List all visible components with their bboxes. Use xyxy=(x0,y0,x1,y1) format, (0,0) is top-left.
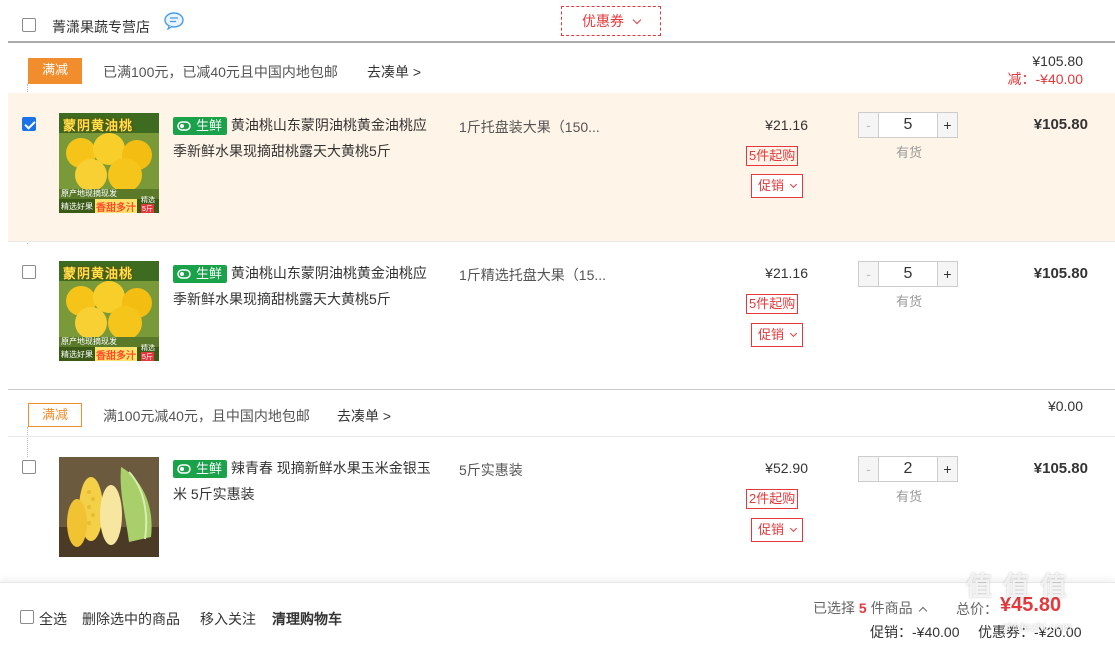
select-all-checkbox[interactable] xyxy=(20,610,34,624)
fresh-badge: 生鲜 xyxy=(173,265,228,284)
decrease-button[interactable]: - xyxy=(859,262,879,286)
unit-price: ¥52.90 xyxy=(765,460,808,476)
min-purchase-badge: 5件起购 xyxy=(746,294,799,314)
fresh-icon xyxy=(174,461,194,478)
row-divider xyxy=(8,241,1115,242)
thumb-caption: 精选好果 xyxy=(61,350,93,359)
item-subtotal: ¥105.80 xyxy=(1033,265,1088,282)
thumb-caption: 5斤 xyxy=(141,352,154,361)
thumb-caption: 香甜多汁 xyxy=(95,199,137,213)
delete-selected-link[interactable]: 删除选中的商品 xyxy=(82,609,180,629)
product-spec: 5斤实惠装 xyxy=(459,462,523,478)
add-more-link[interactable]: 去凑单 > xyxy=(337,406,391,426)
item-checkbox[interactable] xyxy=(22,265,36,279)
min-purchase-badge: 2件起购 xyxy=(746,489,799,509)
add-more-link[interactable]: 去凑单 > xyxy=(367,62,421,82)
item-checkbox[interactable] xyxy=(22,460,36,474)
group-total: ¥0.00 xyxy=(1047,398,1083,414)
promotion-dropdown[interactable]: 促销 xyxy=(751,174,803,198)
group-discount: 减：-¥40.00 xyxy=(1007,71,1083,87)
unit-price: ¥21.16 xyxy=(765,265,808,281)
watermark-url: zhidezhi.com xyxy=(1002,620,1073,634)
coupon-button[interactable]: 优惠券 xyxy=(561,6,661,36)
item-subtotal: ¥105.80 xyxy=(1033,116,1088,133)
increase-button[interactable]: + xyxy=(937,113,957,137)
chevron-down-icon xyxy=(789,524,797,533)
shop-name[interactable]: 菁潇果蔬专营店 xyxy=(52,17,150,37)
thumb-title: 蒙阴黄油桃 xyxy=(63,118,134,133)
promo-tag-full-reduction: 满减 xyxy=(28,403,82,427)
group-total: ¥105.80 xyxy=(1032,53,1083,69)
thumb-caption: 香甜多汁 xyxy=(95,347,137,361)
product-spec: 1斤托盘装大果（150... xyxy=(459,119,600,135)
promotion-dropdown[interactable]: 促销 xyxy=(751,323,803,347)
product-title[interactable]: 生鲜 黄油桃山东蒙阴油桃黄金油桃应季新鲜水果现摘甜桃露天大黄桃5斤 xyxy=(173,260,438,312)
unit-price: ¥21.16 xyxy=(765,117,808,133)
quantity-input[interactable]: 5 xyxy=(879,262,937,286)
fresh-badge: 生鲜 xyxy=(173,117,228,136)
stock-status: 有货 xyxy=(896,294,923,309)
stock-status: 有货 xyxy=(896,145,923,160)
promo-tag-full-reduction: 满减 xyxy=(28,58,82,84)
increase-button[interactable]: + xyxy=(937,457,957,481)
promotion-label: 促销 xyxy=(758,522,785,537)
product-title[interactable]: 生鲜 辣青春 现摘新鲜水果玉米金银玉米 5斤实惠装 xyxy=(173,455,438,507)
selected-prefix: 已选择 xyxy=(813,600,855,616)
thumb-title: 蒙阴黄油桃 xyxy=(63,266,134,281)
promotion-label: 促销 xyxy=(758,178,785,193)
fresh-badge: 生鲜 xyxy=(173,460,228,479)
thumb-caption: 原产地现摘现发 xyxy=(61,337,117,346)
chevron-up-icon xyxy=(919,606,928,616)
quantity-stepper[interactable]: - 5 + xyxy=(858,112,958,138)
decrease-button[interactable]: - xyxy=(859,113,879,137)
clear-cart-link[interactable]: 清理购物车 xyxy=(272,609,342,629)
selected-summary[interactable]: 已选择 5 件商品 xyxy=(813,598,928,618)
fresh-icon xyxy=(174,266,194,283)
increase-button[interactable]: + xyxy=(937,262,957,286)
group-connector xyxy=(27,427,28,457)
shop-select-checkbox[interactable] xyxy=(22,18,36,32)
coupon-label: 优惠券 xyxy=(582,13,625,29)
thumb-caption: 精选好果 xyxy=(61,202,93,211)
header-divider xyxy=(8,41,1115,43)
promotion-label: 促销 xyxy=(758,327,785,342)
fresh-icon xyxy=(174,118,194,135)
product-spec: 1斤精选托盘大果（15... xyxy=(459,267,607,283)
row-divider xyxy=(8,436,1115,437)
watermark-logo: 值 值 值 xyxy=(966,571,1069,601)
item-checkbox[interactable] xyxy=(22,117,36,131)
quantity-input[interactable]: 5 xyxy=(879,113,937,137)
chevron-down-icon xyxy=(632,15,642,25)
chevron-down-icon xyxy=(789,180,797,189)
chevron-down-icon xyxy=(789,329,797,338)
promo-discount: 促销：-¥40.00 xyxy=(870,624,960,640)
product-thumbnail[interactable]: 蒙阴黄油桃 原产地现摘现发 精选好果 香甜多汁 精选 5斤 xyxy=(59,113,159,213)
promo-text: 已满100元，已减40元且中国内地包邮 xyxy=(103,64,338,80)
quantity-stepper[interactable]: - 5 + xyxy=(858,261,958,287)
stock-status: 有货 xyxy=(896,489,923,504)
thumb-caption: 原产地现摘现发 xyxy=(61,189,117,198)
group-divider xyxy=(8,389,1115,390)
chat-icon[interactable] xyxy=(164,12,184,31)
promotion-dropdown[interactable]: 促销 xyxy=(751,518,803,542)
selected-count: 5 xyxy=(858,600,867,616)
product-title[interactable]: 生鲜 黄油桃山东蒙阴油桃黄金油桃应季新鲜水果现摘甜桃露天大黄桃5斤 xyxy=(173,112,438,164)
selected-suffix: 件商品 xyxy=(870,600,913,616)
thumb-caption: 5斤 xyxy=(141,204,154,213)
promo-text: 满100元减40元，且中国内地包邮 xyxy=(103,408,310,424)
move-to-favorites-link[interactable]: 移入关注 xyxy=(200,609,256,629)
min-purchase-badge: 5件起购 xyxy=(746,146,799,166)
product-thumbnail[interactable] xyxy=(59,457,159,557)
quantity-stepper[interactable]: - 2 + xyxy=(858,456,958,482)
quantity-input[interactable]: 2 xyxy=(879,457,937,481)
item-subtotal: ¥105.80 xyxy=(1033,460,1088,477)
decrease-button[interactable]: - xyxy=(859,457,879,481)
product-thumbnail[interactable]: 蒙阴黄油桃 原产地现摘现发 精选好果 香甜多汁 精选 5斤 xyxy=(59,261,159,361)
select-all-label[interactable]: 全选 xyxy=(39,609,67,629)
